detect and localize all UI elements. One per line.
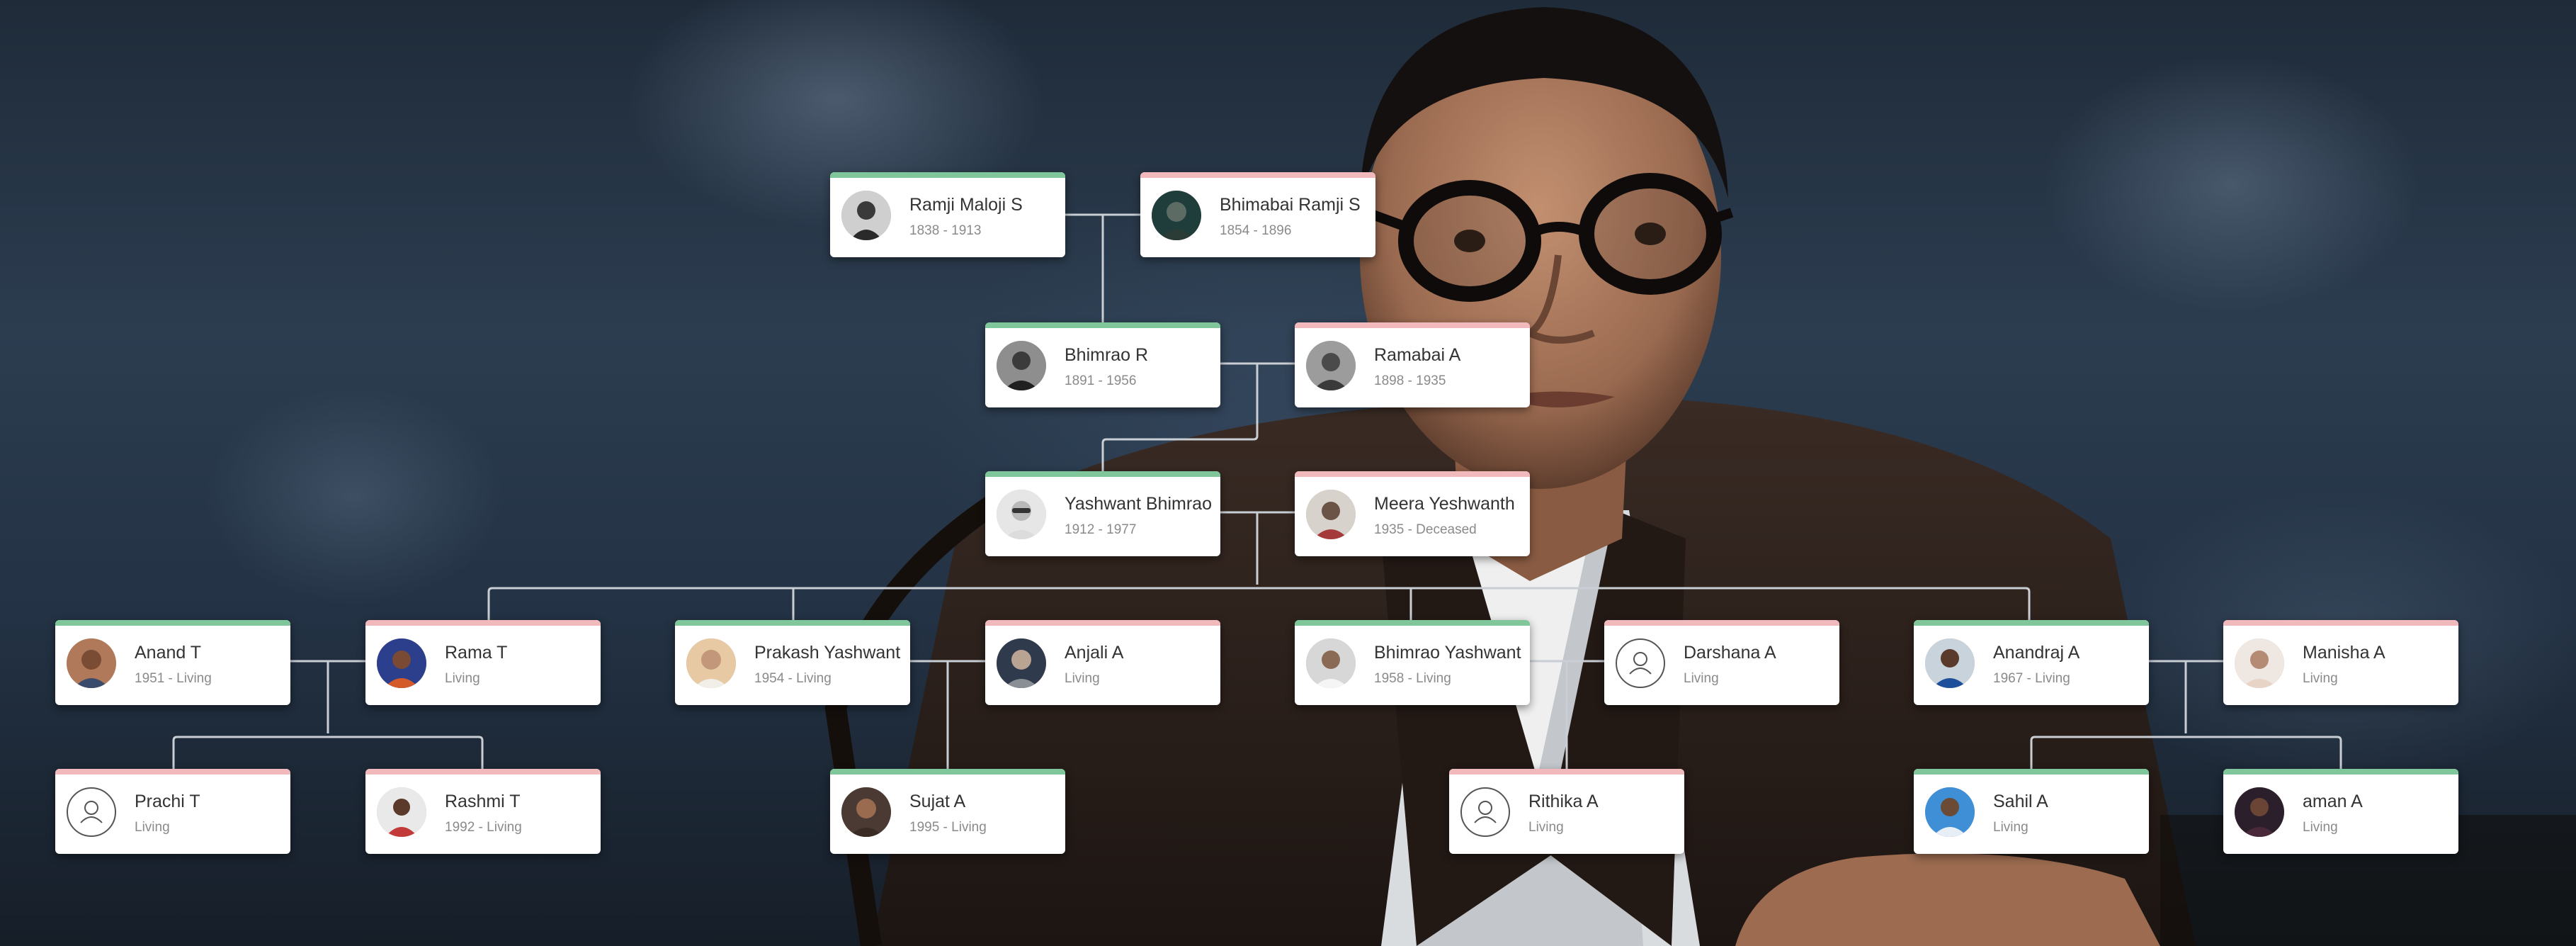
person-name: Rama T (445, 643, 508, 663)
person-card-rithika[interactable]: Rithika A Living (1449, 769, 1684, 854)
person-dates: 1954 - Living (754, 671, 832, 686)
person-name: Anjali A (1065, 643, 1124, 663)
person-dates: Living (1993, 820, 2029, 835)
person-name: Bhimrao Yashwant (1374, 643, 1521, 663)
person-name: Prachi T (135, 792, 200, 811)
avatar (1306, 490, 1356, 539)
person-name: Sahil A (1993, 792, 2048, 811)
avatar (686, 638, 736, 688)
person-dates: 1891 - 1956 (1065, 373, 1137, 388)
connector-line (487, 587, 2031, 620)
person-card-darshana[interactable]: Darshana A Living (1604, 620, 1839, 705)
avatar (841, 787, 891, 837)
avatar (1925, 638, 1975, 688)
connector-line (172, 736, 484, 769)
person-dates: 1898 - 1935 (1374, 373, 1446, 388)
person-dates: Living (2303, 820, 2338, 835)
person-dates: 1854 - 1896 (1220, 223, 1292, 238)
user-placeholder-icon (1460, 787, 1510, 837)
person-name: Darshana A (1684, 643, 1776, 663)
person-name: aman A (2303, 792, 2363, 811)
person-card-bhimrao[interactable]: Bhimrao R 1891 - 1956 (985, 322, 1220, 407)
person-card-yashwant[interactable]: Yashwant Bhimrao 1912 - 1977 (985, 471, 1220, 556)
person-card-aman[interactable]: aman A Living (2223, 769, 2458, 854)
person-dates: 1912 - 1977 (1065, 522, 1137, 537)
person-dates: 1838 - 1913 (909, 223, 982, 238)
person-card-ramji[interactable]: Ramji Maloji S 1838 - 1913 (830, 172, 1065, 257)
person-dates: Living (1684, 671, 1719, 686)
person-card-bhimrao-yashwant[interactable]: Bhimrao Yashwant 1958 - Living (1295, 620, 1530, 705)
avatar (1925, 787, 1975, 837)
person-dates: 1967 - Living (1993, 671, 2070, 686)
person-dates: 1995 - Living (909, 820, 987, 835)
person-name: Ramabai A (1374, 345, 1461, 365)
person-card-bhimabai[interactable]: Bhimabai Ramji S 1854 - 1896 (1140, 172, 1375, 257)
person-card-ramabai[interactable]: Ramabai A 1898 - 1935 (1295, 322, 1530, 407)
person-dates: 1935 - Deceased (1374, 522, 1477, 537)
person-card-prakash[interactable]: Prakash Yashwant 1954 - Living (675, 620, 910, 705)
person-dates: 1958 - Living (1374, 671, 1451, 686)
avatar (2235, 638, 2284, 688)
person-card-rashmi[interactable]: Rashmi T 1992 - Living (365, 769, 601, 854)
person-dates: 1951 - Living (135, 671, 212, 686)
avatar (997, 341, 1046, 390)
person-card-anand[interactable]: Anand T 1951 - Living (55, 620, 290, 705)
person-dates: Living (1065, 671, 1100, 686)
user-placeholder-icon (67, 787, 116, 837)
avatar (2235, 787, 2284, 837)
person-card-anjali[interactable]: Anjali A Living (985, 620, 1220, 705)
person-name: Meera Yeshwanth (1374, 494, 1515, 514)
avatar (1152, 191, 1201, 240)
person-card-meera[interactable]: Meera Yeshwanth 1935 - Deceased (1295, 471, 1530, 556)
user-placeholder-icon (1616, 638, 1665, 688)
person-dates: 1992 - Living (445, 820, 522, 835)
connector-line (2030, 736, 2342, 769)
person-card-prachi[interactable]: Prachi T Living (55, 769, 290, 854)
person-card-anandraj[interactable]: Anandraj A 1967 - Living (1914, 620, 2149, 705)
avatar (377, 787, 426, 837)
person-name: Bhimrao R (1065, 345, 1149, 365)
person-name: Ramji Maloji S (909, 195, 1023, 215)
avatar (1306, 341, 1356, 390)
person-dates: Living (135, 820, 170, 835)
person-name: Anand T (135, 643, 202, 663)
avatar (997, 490, 1046, 539)
person-name: Yashwant Bhimrao (1065, 494, 1212, 514)
person-dates: Living (2303, 671, 2338, 686)
avatar (1306, 638, 1356, 688)
person-card-sahil[interactable]: Sahil A Living (1914, 769, 2149, 854)
person-name: Rithika A (1528, 792, 1599, 811)
person-name: Sujat A (909, 792, 966, 811)
avatar (841, 191, 891, 240)
person-name: Anandraj A (1993, 643, 2080, 663)
person-name: Bhimabai Ramji S (1220, 195, 1361, 215)
avatar (997, 638, 1046, 688)
person-dates: Living (445, 671, 480, 686)
person-card-manisha[interactable]: Manisha A Living (2223, 620, 2458, 705)
person-card-sujat[interactable]: Sujat A 1995 - Living (830, 769, 1065, 854)
person-name: Prakash Yashwant (754, 643, 901, 663)
avatar (377, 638, 426, 688)
person-name: Rashmi T (445, 792, 521, 811)
avatar (67, 638, 116, 688)
person-name: Manisha A (2303, 643, 2385, 663)
person-card-rama[interactable]: Rama T Living (365, 620, 601, 705)
person-dates: Living (1528, 820, 1564, 835)
